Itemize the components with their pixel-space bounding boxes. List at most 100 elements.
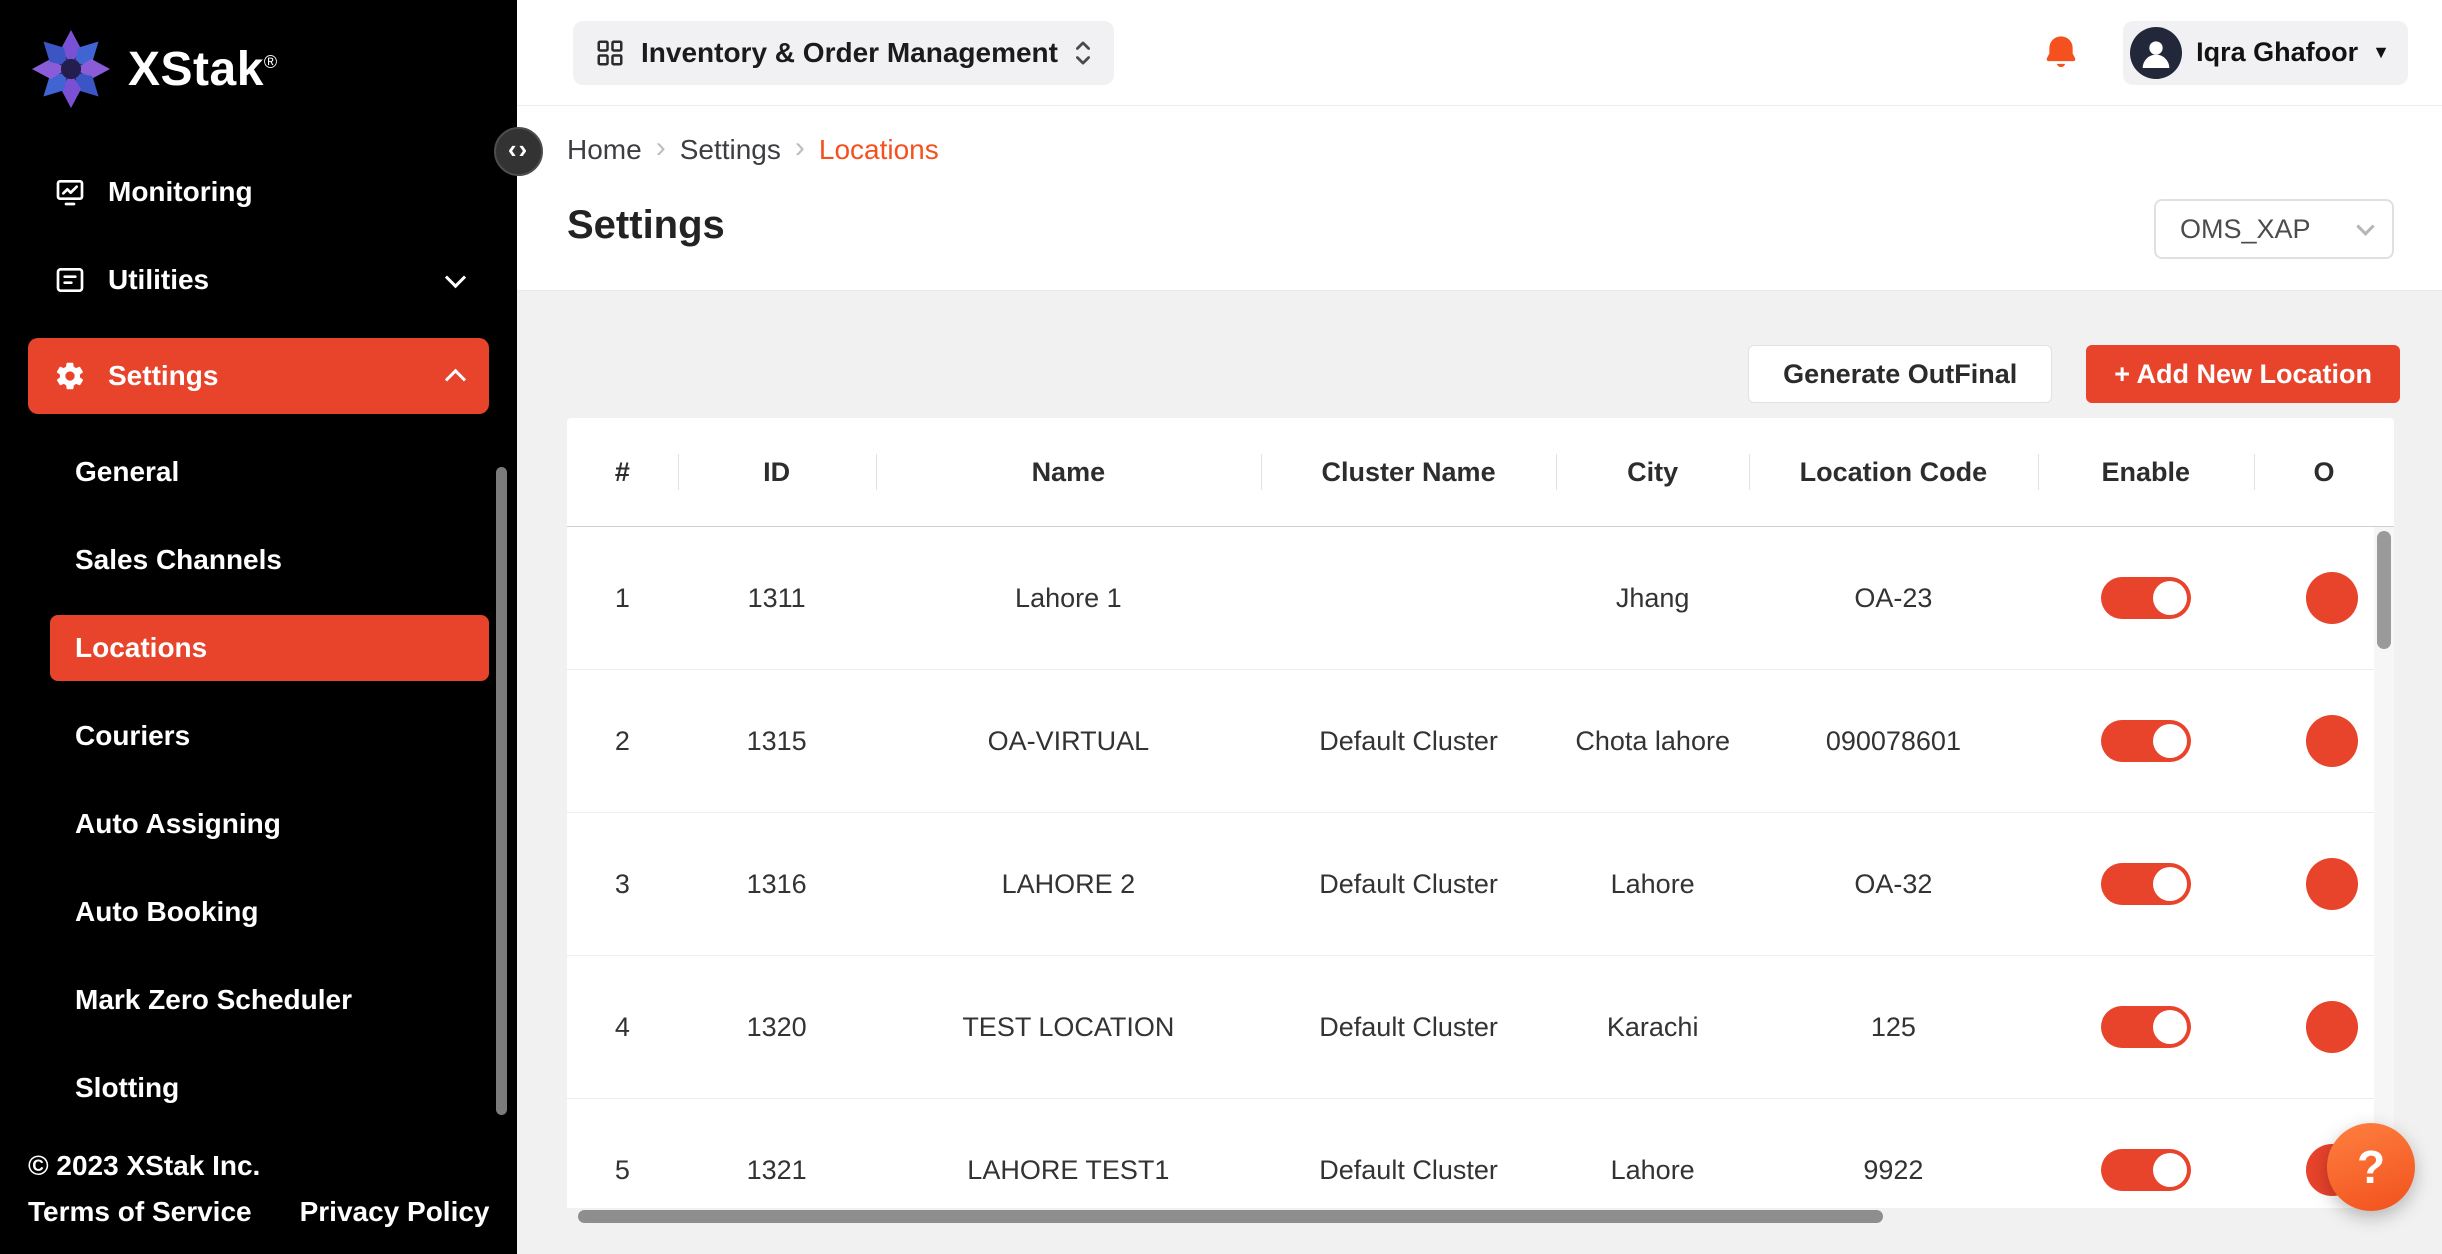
cell-city: Chota lahore [1556,670,1749,812]
sidebar-subitem-sales-channels[interactable]: Sales Channels [50,527,489,593]
copyright-text: © 2023 XStak Inc. [28,1150,517,1182]
vertical-scrollbar[interactable] [2374,527,2394,1208]
sidebar-item-monitoring[interactable]: Monitoring [28,166,489,224]
sidebar-item-settings[interactable]: Settings [28,338,489,414]
cell-enable [2038,670,2254,812]
sidebar-subitem-mark-zero-scheduler[interactable]: Mark Zero Scheduler [50,967,489,1033]
cell-city: Karachi [1556,956,1749,1098]
toggle-knob [2153,1153,2187,1187]
toggle-knob [2153,581,2187,615]
privacy-policy-link[interactable]: Privacy Policy [300,1196,490,1228]
horizontal-scrollbar[interactable] [567,1208,2394,1225]
page-title: Settings [567,203,725,248]
chevron-down-icon [445,267,466,288]
grid-icon [595,38,625,68]
cell-options [2254,527,2394,669]
table-row: 11311Lahore 1JhangOA-23 [567,527,2394,670]
cell-num: 5 [567,1099,678,1225]
horizontal-scrollbar-thumb[interactable] [578,1210,1883,1223]
cell-id: 1315 [678,670,876,812]
row-action-button[interactable] [2306,1001,2358,1053]
column-header: Cluster Name [1261,418,1556,526]
sidebar-subitem-auto-booking[interactable]: Auto Booking [50,879,489,945]
cell-code: 090078601 [1749,670,2037,812]
sidebar-item-label: Monitoring [108,176,463,208]
sidebar-subitem-general[interactable]: General [50,439,489,505]
breadcrumb-item-locations: Locations [819,134,939,166]
table-row: 51321LAHORE TEST1Default ClusterLahore99… [567,1099,2394,1225]
settings-submenu: General Sales Channels Locations Couriers Au… [50,439,489,1121]
column-header: O [2254,418,2394,526]
column-header: ID [678,418,876,526]
chevron-up-icon [445,368,466,389]
terms-of-service-link[interactable]: Terms of Service [28,1196,252,1228]
sidebar-item-utilities[interactable]: Utilities [28,248,489,312]
avatar [2130,27,2182,79]
enable-toggle[interactable] [2101,1149,2191,1191]
column-header: Enable [2038,418,2254,526]
cell-name: LAHORE 2 [876,813,1261,955]
logo[interactable]: XStak® [0,0,517,112]
caret-down-icon: ▼ [2372,42,2390,63]
content-area: Generate OutFinal + Add New Location #ID… [517,290,2442,1254]
table-row: 31316LAHORE 2Default ClusterLahoreOA-32 [567,813,2394,956]
locations-table: #IDNameCluster NameCityLocation CodeEnab… [567,418,2394,1225]
sidebar-menu: Monitoring Utilities Settings General Sal… [0,166,517,1132]
gear-icon [54,360,86,392]
toggle-knob [2153,867,2187,901]
row-action-button[interactable] [2306,858,2358,910]
row-action-button[interactable] [2306,715,2358,767]
notification-bell-icon[interactable] [2041,33,2081,73]
cell-code: OA-32 [1749,813,2037,955]
column-header: Name [876,418,1261,526]
sidebar-item-label: Utilities [108,264,426,296]
environment-value: OMS_XAP [2180,214,2311,245]
toggle-knob [2153,1010,2187,1044]
select-arrows-icon [1074,38,1092,68]
breadcrumb-separator-icon: › [656,131,666,165]
sidebar-collapse-button[interactable]: ‹› [494,127,543,176]
enable-toggle[interactable] [2101,1006,2191,1048]
add-new-location-button[interactable]: + Add New Location [2086,345,2400,403]
environment-select[interactable]: OMS_XAP [2154,199,2394,259]
utilities-icon [54,264,86,296]
sidebar-subitem-auto-assigning[interactable]: Auto Assigning [50,791,489,857]
cell-num: 4 [567,956,678,1098]
sidebar-footer: © 2023 XStak Inc. Terms of Service Priva… [0,1132,517,1254]
table-row: 21315OA-VIRTUALDefault ClusterChota laho… [567,670,2394,813]
row-action-button[interactable] [2306,572,2358,624]
chevron-down-icon [2356,217,2374,235]
enable-toggle[interactable] [2101,720,2191,762]
actions-row: Generate OutFinal + Add New Location [1748,345,2400,403]
app-switcher-label: Inventory & Order Management [641,37,1058,69]
cell-options [2254,813,2394,955]
cell-enable [2038,527,2254,669]
cell-cluster: Default Cluster [1261,670,1556,812]
user-menu[interactable]: Iqra Ghafoor ▼ [2123,21,2408,85]
toggle-knob [2153,724,2187,758]
cell-name: LAHORE TEST1 [876,1099,1261,1225]
cell-num: 3 [567,813,678,955]
sidebar-subitem-locations[interactable]: Locations [50,615,489,681]
cell-cluster: Default Cluster [1261,1099,1556,1225]
sidebar-scrollbar-thumb[interactable] [496,467,507,1115]
cell-cluster: Default Cluster [1261,956,1556,1098]
enable-toggle[interactable] [2101,863,2191,905]
enable-toggle[interactable] [2101,577,2191,619]
sidebar-subitem-couriers[interactable]: Couriers [50,703,489,769]
column-header: Location Code [1749,418,2037,526]
cell-id: 1316 [678,813,876,955]
sidebar-subitem-slotting[interactable]: Slotting [50,1055,489,1121]
generate-outfinal-button[interactable]: Generate OutFinal [1748,345,2052,403]
cell-id: 1311 [678,527,876,669]
vertical-scrollbar-thumb[interactable] [2377,531,2391,649]
app-switcher[interactable]: Inventory & Order Management [573,21,1114,85]
topbar: Inventory & Order Management Iqra Ghafoo… [517,0,2442,106]
help-button[interactable]: ? [2327,1123,2415,1211]
cell-name: TEST LOCATION [876,956,1261,1098]
table-row: 41320TEST LOCATIONDefault ClusterKarachi… [567,956,2394,1099]
monitoring-icon [54,176,86,208]
cell-num: 1 [567,527,678,669]
breadcrumb-item-settings[interactable]: Settings [680,134,781,166]
breadcrumb-item-home[interactable]: Home [567,134,642,166]
